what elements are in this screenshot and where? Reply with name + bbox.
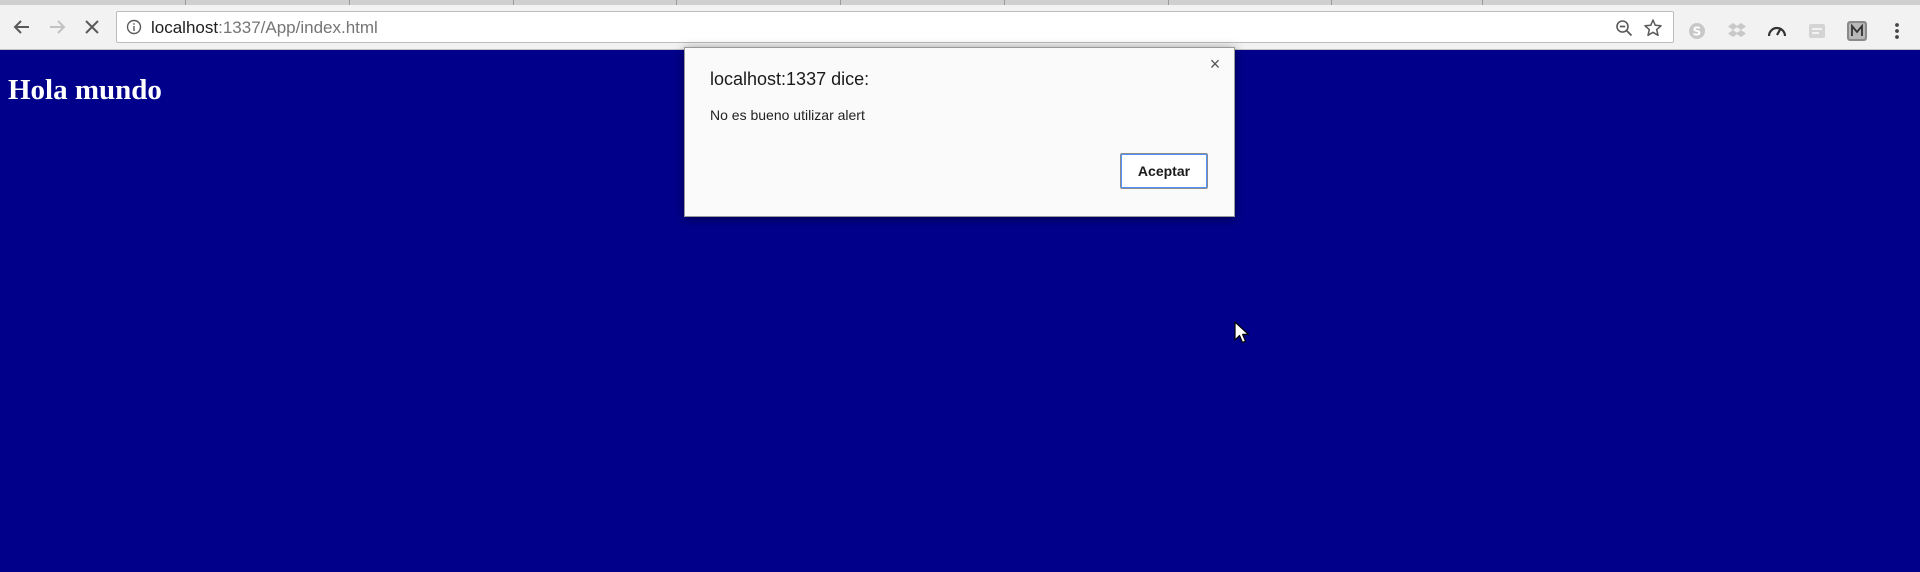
address-bar[interactable]: localhost:1337/App/index.html	[116, 11, 1674, 43]
menu-kebab-icon	[1895, 23, 1899, 39]
dialog-close-button[interactable]: ×	[1205, 54, 1225, 74]
browser-toolbar: localhost:1337/App/index.html S	[0, 5, 1920, 50]
back-button[interactable]	[6, 12, 38, 42]
dialog-title: localhost:1337 dice:	[710, 69, 870, 89]
page-heading: Hola mundo	[8, 74, 162, 106]
stop-loading-button[interactable]	[76, 12, 108, 42]
info-icon[interactable]	[126, 19, 142, 35]
mouse-cursor-icon	[1234, 321, 1250, 344]
back-arrow-icon	[13, 20, 29, 34]
forward-button[interactable]	[41, 12, 73, 42]
extension-icon	[1809, 24, 1825, 38]
stop-loading-icon	[85, 20, 99, 34]
dropbox-icon	[1728, 23, 1746, 37]
forward-arrow-icon	[50, 20, 66, 34]
svg-text:S: S	[1693, 25, 1702, 39]
accept-button[interactable]: Aceptar	[1120, 153, 1208, 189]
skype-extension-button[interactable]: S	[1686, 20, 1708, 42]
m-extension-button[interactable]	[1846, 20, 1868, 42]
speed-extension-button[interactable]	[1766, 20, 1788, 42]
dialog-message: No es bueno utilizar alert	[710, 107, 865, 123]
extension-button[interactable]	[1806, 20, 1828, 42]
url-host: localhost	[151, 18, 219, 37]
browser-menu-button[interactable]	[1886, 20, 1908, 42]
address-url: localhost:1337/App/index.html	[151, 19, 378, 37]
star-bookmark-icon[interactable]	[1643, 18, 1663, 38]
alert-dialog: × localhost:1337 dice: No es bueno utili…	[684, 47, 1235, 217]
m-extension-icon	[1847, 21, 1867, 41]
speedometer-icon	[1767, 26, 1787, 37]
skype-icon: S	[1689, 23, 1705, 39]
zoom-out-icon[interactable]	[1615, 19, 1633, 37]
dropbox-extension-button[interactable]	[1726, 20, 1748, 42]
url-path: :1337/App/index.html	[218, 18, 378, 37]
